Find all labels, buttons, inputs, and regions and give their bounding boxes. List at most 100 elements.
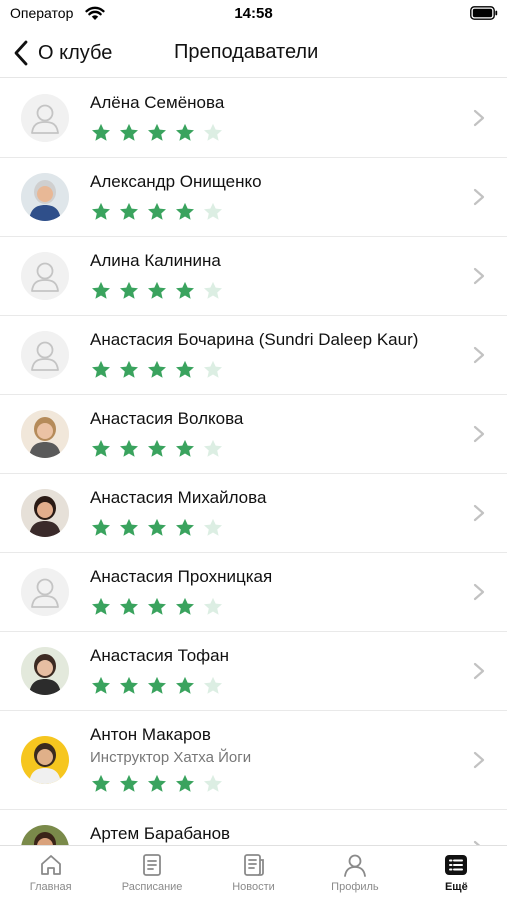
teacher-row[interactable]: Анастасия Бочарина (Sundri Daleep Kaur) [0, 316, 507, 395]
tab-label: Новости [232, 881, 275, 893]
teacher-list: Алёна Семёнова Александр Онищенко Алина Ка… [0, 79, 507, 845]
tab-label: Расписание [121, 881, 183, 893]
rating-stars [90, 773, 230, 795]
star-filled-icon [120, 676, 138, 694]
teacher-row[interactable]: Алёна Семёнова [0, 79, 507, 158]
rating-stars [90, 201, 230, 223]
star-filled-icon [92, 439, 110, 457]
star-filled-icon [92, 597, 110, 615]
star-filled-icon [120, 439, 138, 457]
teacher-row[interactable]: Анастасия Прохницкая [0, 553, 507, 632]
star-filled-icon [176, 439, 194, 457]
star-filled-icon [120, 774, 138, 792]
chevron-right-icon [473, 109, 485, 127]
star-filled-icon [176, 281, 194, 299]
teacher-role: Инструктор Хатха Йоги [90, 749, 252, 766]
schedule-icon [143, 854, 162, 876]
star-filled-icon [120, 281, 138, 299]
back-button[interactable]: О клубе [12, 38, 112, 68]
star-filled-icon [148, 360, 166, 378]
teacher-row[interactable]: Алина Калинина [0, 237, 507, 316]
avatar [21, 489, 69, 537]
avatar [21, 647, 69, 695]
avatar [21, 410, 69, 458]
avatar [21, 173, 69, 221]
star-filled-icon [148, 518, 166, 536]
star-filled-icon [92, 360, 110, 378]
star-filled-icon [92, 281, 110, 299]
star-empty-icon [204, 518, 222, 536]
star-filled-icon [92, 774, 110, 792]
teacher-row[interactable]: Антон Макаров Инструктор Хатха Йоги [0, 711, 507, 810]
star-filled-icon [120, 597, 138, 615]
battery-icon [470, 6, 498, 20]
news-icon [243, 854, 264, 876]
teacher-name: Анастасия Волкова [90, 409, 244, 428]
star-filled-icon [176, 518, 194, 536]
star-filled-icon [176, 360, 194, 378]
teacher-row[interactable]: Александр Онищенко [0, 158, 507, 237]
teacher-row[interactable]: Анастасия Волкова [0, 395, 507, 474]
teacher-row[interactable]: Артем Барабанов [0, 810, 507, 845]
tab-home[interactable]: Главная [0, 846, 101, 900]
chevron-right-icon [473, 662, 485, 680]
rating-stars [90, 675, 230, 697]
rating-stars [90, 438, 230, 460]
star-filled-icon [148, 439, 166, 457]
rating-stars [90, 280, 230, 302]
teacher-row[interactable]: Анастасия Михайлова [0, 474, 507, 553]
chevron-right-icon [473, 267, 485, 285]
star-filled-icon [176, 676, 194, 694]
star-empty-icon [204, 774, 222, 792]
star-filled-icon [148, 281, 166, 299]
teacher-name: Анастасия Михайлова [90, 488, 267, 507]
tab-schedule[interactable]: Расписание [101, 846, 202, 900]
chevron-right-icon [473, 346, 485, 364]
star-empty-icon [204, 597, 222, 615]
teacher-name: Анастасия Тофан [90, 646, 229, 665]
star-filled-icon [92, 676, 110, 694]
tab-more[interactable]: Ещё [406, 846, 507, 900]
teacher-name: Артем Барабанов [90, 824, 231, 843]
status-bar: Оператор 14:58 [0, 0, 507, 30]
page-title: Преподаватели [174, 41, 319, 63]
teacher-name: Антон Макаров [90, 725, 211, 744]
avatar-placeholder-icon [21, 94, 69, 142]
star-filled-icon [120, 518, 138, 536]
chevron-right-icon [473, 188, 485, 206]
chevron-left-icon [14, 40, 28, 66]
star-filled-icon [120, 202, 138, 220]
star-filled-icon [92, 123, 110, 141]
star-empty-icon [204, 281, 222, 299]
star-empty-icon [204, 439, 222, 457]
teacher-name: Анастасия Прохницкая [90, 567, 273, 586]
rating-stars [90, 359, 230, 381]
star-filled-icon [148, 676, 166, 694]
star-empty-icon [204, 202, 222, 220]
star-filled-icon [176, 202, 194, 220]
teacher-name: Анастасия Бочарина (Sundri Daleep Kaur) [90, 330, 419, 349]
star-empty-icon [204, 123, 222, 141]
star-filled-icon [92, 518, 110, 536]
star-empty-icon [204, 360, 222, 378]
more-icon [445, 855, 468, 875]
teacher-name: Алёна Семёнова [90, 93, 225, 112]
teacher-row[interactable]: Анастасия Тофан [0, 632, 507, 711]
star-filled-icon [148, 597, 166, 615]
tab-bar: Главная Расписание Новости Профиль Ещё [0, 845, 507, 900]
rating-stars [90, 122, 230, 144]
teacher-name: Алина Калинина [90, 251, 221, 270]
profile-icon [344, 854, 366, 877]
avatar [21, 736, 69, 784]
star-filled-icon [176, 774, 194, 792]
back-label: О клубе [38, 41, 113, 64]
chevron-right-icon [473, 504, 485, 522]
tab-news[interactable]: Новости [203, 846, 304, 900]
star-filled-icon [92, 202, 110, 220]
avatar-placeholder-icon [21, 252, 69, 300]
star-filled-icon [148, 202, 166, 220]
status-time: 14:58 [234, 5, 273, 22]
tab-label: Ещё [444, 881, 468, 893]
tab-profile[interactable]: Профиль [304, 846, 405, 900]
chevron-right-icon [473, 425, 485, 443]
